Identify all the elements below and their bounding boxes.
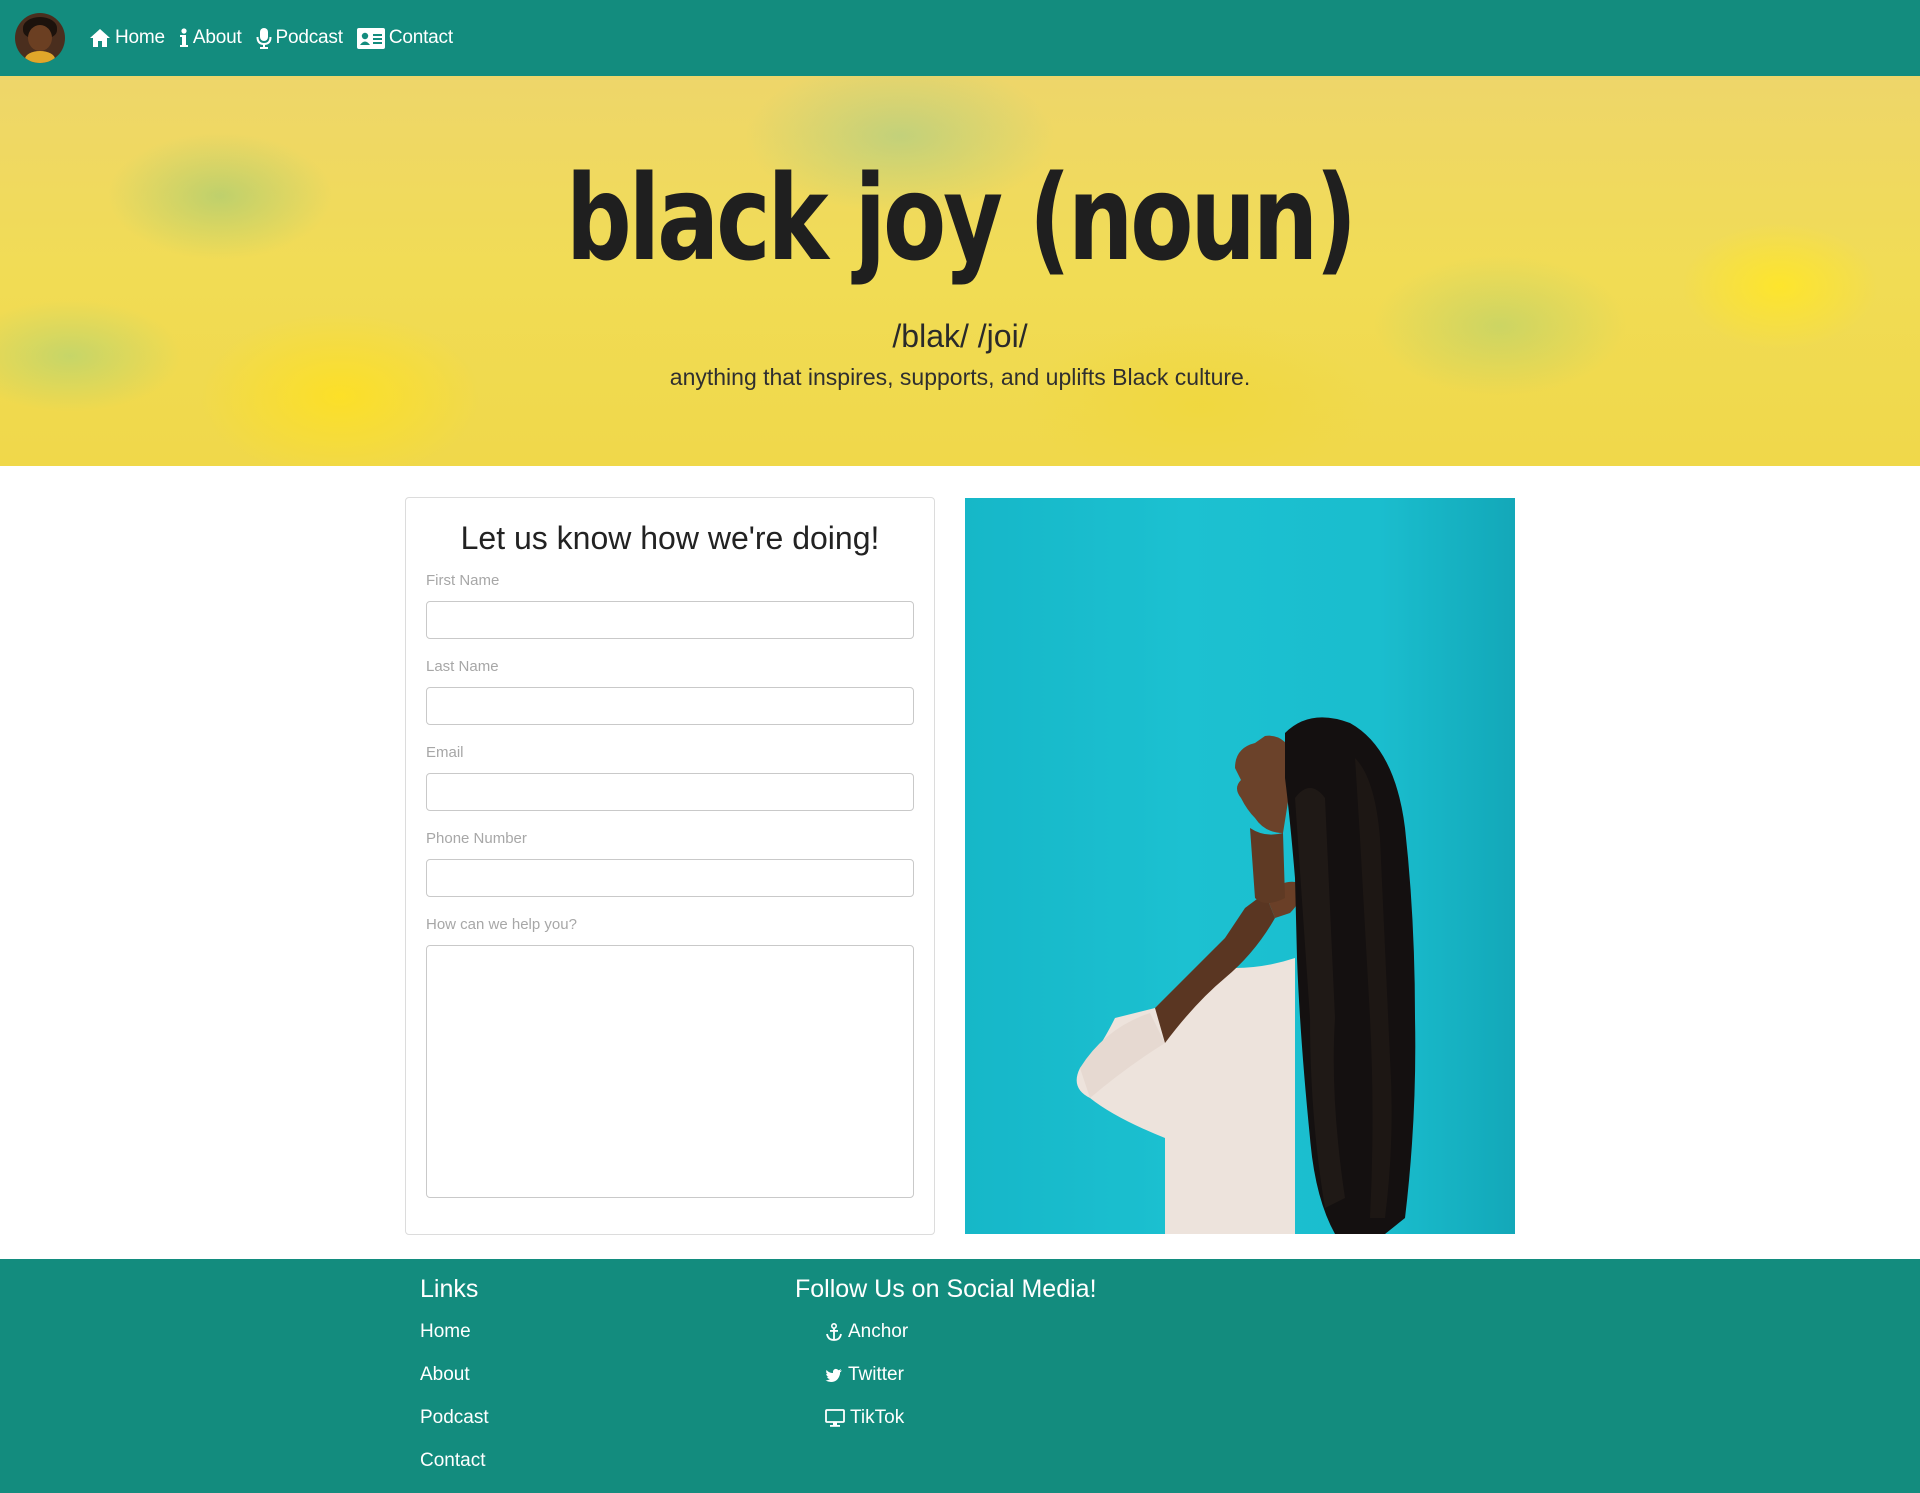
last-name-field[interactable] (426, 687, 914, 725)
form-title: Let us know how we're doing! (460, 520, 880, 556)
contact-card-icon (356, 27, 385, 49)
nav-item-label: Contact (388, 27, 453, 48)
footer-social-twitter[interactable]: Twitter (825, 1364, 904, 1386)
hero-banner: black joy (noun) /blak/ /joi/ anything t… (0, 76, 1920, 466)
footer-link-home[interactable]: Home (420, 1321, 471, 1343)
nav-item-label: Home (115, 27, 165, 48)
top-navbar: Home About Podcast Contact (0, 0, 1920, 76)
footer-link-podcast[interactable]: Podcast (420, 1407, 489, 1429)
footer-links-heading: Links (420, 1275, 479, 1303)
phone-label: Phone Number (426, 830, 527, 847)
footer-social-label: TikTok (850, 1407, 905, 1428)
nav-item-label: About (192, 27, 242, 48)
anchor-icon (826, 1322, 842, 1341)
hero-title: black joy (noun) (565, 149, 1357, 287)
footer-social-heading: Follow Us on Social Media! (795, 1275, 1097, 1303)
info-icon (179, 28, 188, 47)
message-textarea[interactable] (426, 945, 914, 1198)
email-label: Email (426, 744, 464, 761)
first-name-label: First Name (426, 572, 500, 589)
logo-avatar[interactable] (15, 13, 65, 63)
monitor-icon (825, 1409, 845, 1427)
nav-item-podcast[interactable]: Podcast (256, 27, 343, 49)
nav-item-about[interactable]: About (179, 27, 242, 49)
hero-photo (965, 498, 1515, 1234)
feedback-form: Let us know how we're doing! First Name … (405, 497, 935, 1235)
nav-item-label: Podcast (275, 27, 343, 48)
footer-link-contact[interactable]: Contact (420, 1450, 485, 1472)
nav-item-contact[interactable]: Contact (356, 27, 453, 49)
footer-social-label: Twitter (848, 1364, 904, 1385)
message-label: How can we help you? (426, 916, 577, 933)
hero-phonetic: /blak/ /joi/ (892, 318, 1028, 354)
first-name-field[interactable] (426, 601, 914, 639)
email-field[interactable] (426, 773, 914, 811)
hero-subtitle: anything that inspires, supports, and up… (669, 364, 1251, 390)
home-icon (90, 29, 110, 47)
footer-social-tiktok[interactable]: TikTok (825, 1407, 904, 1429)
microphone-icon (256, 28, 272, 49)
footer-social-anchor[interactable]: Anchor (825, 1321, 908, 1343)
site-footer: Links Home About Podcast Contact Follow … (0, 1259, 1920, 1493)
footer-link-about[interactable]: About (420, 1364, 470, 1386)
footer-social-label: Anchor (848, 1321, 909, 1342)
twitter-icon (825, 1368, 842, 1382)
phone-field[interactable] (426, 859, 914, 897)
last-name-label: Last Name (426, 658, 499, 675)
nav-item-home[interactable]: Home (89, 27, 165, 49)
